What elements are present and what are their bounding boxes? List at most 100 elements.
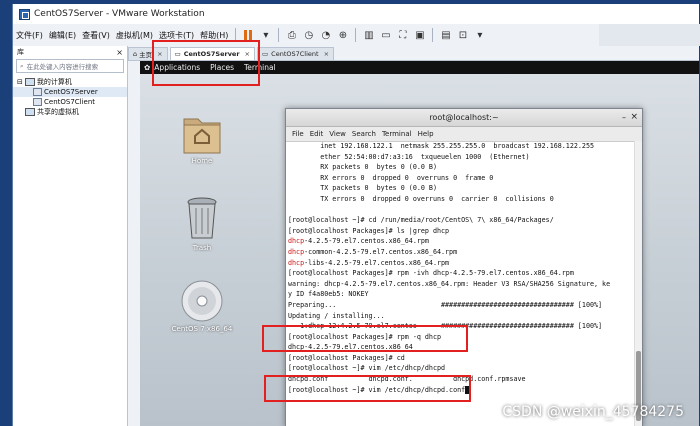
- toolbar-separator: [278, 28, 280, 42]
- menu-edit[interactable]: 编辑(E): [46, 30, 79, 41]
- terminal-title-bar[interactable]: root@localhost:~ – ×: [286, 109, 642, 127]
- tree-item-shared-vms[interactable]: 共享的虚拟机: [13, 107, 127, 117]
- revert-snapshot-icon[interactable]: ◔: [319, 29, 332, 42]
- tab-close-icon[interactable]: ×: [324, 50, 329, 58]
- view-options-icon[interactable]: ⊡: [456, 29, 469, 42]
- toolbar-separator: [355, 28, 357, 42]
- terminal-line-text: ether 52:54:00:d7:a3:16 txqueuelen 1000 …: [288, 152, 530, 161]
- tab-centos7client[interactable]: ▭ CentOS7Client ×: [257, 47, 335, 60]
- terminal-line: [root@localhost Packages]# ls |grep dhcp: [288, 226, 636, 237]
- tree-item-label: 我的计算机: [36, 78, 72, 86]
- terminal-line: RX errors 0 dropped 0 overruns 0 frame 0: [288, 173, 636, 184]
- tree-item-centos7server[interactable]: CentOS7Server: [13, 87, 127, 97]
- guest-desktop[interactable]: ✿ Applications Places Terminal Home Tras…: [140, 61, 699, 426]
- tree-item-label: CentOS7Server: [44, 88, 98, 96]
- console-icon[interactable]: ▤: [439, 29, 452, 42]
- watermark: CSDN @weixin_45784275: [502, 404, 684, 420]
- tree-item-label: CentOS7Client: [44, 98, 96, 106]
- terminal-menu-terminal[interactable]: Terminal: [382, 130, 412, 138]
- terminal-line-text: [root@localhost Packages]# ls |grep dhcp: [288, 226, 450, 235]
- tree-item-label: 共享的虚拟机: [37, 108, 79, 116]
- unity-icon[interactable]: ▣: [413, 29, 426, 42]
- library-label: 库: [17, 48, 24, 56]
- shared-vms-icon: [25, 108, 35, 116]
- terminal-highlight-text: dhcp: [288, 247, 305, 256]
- title-bar: CentOS7Server - VMware Workstation: [13, 4, 699, 24]
- menu-vm[interactable]: 虚拟机(M): [113, 30, 156, 41]
- terminal-line: y ID f4a80eb5: NOKEY: [288, 289, 636, 300]
- terminal-line: TX packets 0 bytes 0 (0.0 B): [288, 183, 636, 194]
- tab-label: CentOS7Client: [271, 50, 319, 58]
- dropdown-icon[interactable]: ▾: [473, 29, 486, 42]
- vmware-window: CentOS7Server - VMware Workstation 文件(F)…: [12, 4, 700, 426]
- minimize-icon[interactable]: –: [622, 113, 626, 122]
- close-icon[interactable]: ×: [630, 112, 638, 122]
- home-icon: ⌂: [133, 50, 138, 58]
- thumbnail-view-icon[interactable]: ▭: [379, 29, 392, 42]
- library-tree: ⊟ 我的计算机 CentOS7Server CentOS7Client 共享的虚…: [13, 77, 127, 117]
- terminal-line: inet 192.168.122.1 netmask 255.255.255.0…: [288, 141, 636, 152]
- library-close-icon[interactable]: ×: [116, 48, 123, 57]
- menu-tabs[interactable]: 选项卡(T): [156, 30, 197, 41]
- send-keys-icon[interactable]: ⎙: [285, 29, 298, 42]
- fullscreen-icon[interactable]: ⛶: [396, 29, 409, 42]
- tree-item-my-computer[interactable]: ⊟ 我的计算机: [13, 77, 127, 87]
- terminal-line: Updating / installing...: [288, 311, 636, 322]
- terminal-line-text: [root@localhost Packages]# rpm -ivh dhcp…: [288, 269, 574, 278]
- desktop-icon-home[interactable]: Home: [172, 111, 232, 165]
- terminal-menu-file[interactable]: File: [292, 130, 304, 138]
- desktop-icon-trash[interactable]: Trash: [172, 196, 232, 252]
- terminal-line-text: warning: dhcp-4.2.5-79.el7.centos.x86_64…: [288, 279, 611, 288]
- terminal-line: [root@localhost ~]# vim /etc/dhcp/dhcpd: [288, 363, 636, 374]
- gnome-foot-icon: ✿: [144, 63, 151, 72]
- terminal-line: [root@localhost Packages]# cd: [288, 353, 636, 364]
- terminal-line-text: Preparing... ###########################…: [288, 300, 603, 309]
- terminal-line: [root@localhost ~]# cd /run/media/root/C…: [288, 215, 636, 226]
- terminal-line-text: y ID f4a80eb5: NOKEY: [288, 290, 369, 299]
- terminal-line: [root@localhost Packages]# rpm -ivh dhcp…: [288, 268, 636, 279]
- terminal-highlight-text: dhcp: [288, 258, 305, 267]
- desktop-icon-label: Trash: [192, 244, 212, 252]
- terminal-line-text: [root@localhost ~]# vim /etc/dhcp/dhcpd: [288, 364, 446, 373]
- menu-file[interactable]: 文件(F): [13, 30, 46, 41]
- terminal-menu-bar: File Edit View Search Terminal Help: [286, 127, 642, 142]
- menu-view[interactable]: 查看(V): [79, 30, 113, 41]
- vm-icon: [33, 98, 42, 106]
- terminal-line-text: inet 192.168.122.1 netmask 255.255.255.0…: [288, 142, 594, 150]
- library-panel: 库 × ⌕ 在此处键入内容进行搜索 ⊟ 我的计算机 CentOS7Server …: [13, 46, 128, 426]
- vmware-app-icon: [19, 8, 30, 20]
- terminal-menu-view[interactable]: View: [329, 130, 346, 138]
- library-search-input[interactable]: ⌕ 在此处键入内容进行搜索: [16, 59, 124, 73]
- library-view-icon[interactable]: ▥: [362, 29, 375, 42]
- terminal-line-text: [root@localhost ~]# cd /run/media/root/C…: [288, 216, 554, 225]
- terminal-line: dhcp-4.2.5-79.el7.centos.x86_64.rpm: [288, 236, 636, 247]
- manage-snapshots-icon[interactable]: ⊕: [336, 29, 349, 42]
- terminal-menu-edit[interactable]: Edit: [310, 130, 324, 138]
- terminal-line: TX errors 0 dropped 0 overruns 0 carrier…: [288, 194, 636, 205]
- terminal-scrollbar[interactable]: [634, 141, 642, 426]
- terminal-line-text: RX packets 0 bytes 0 (0.0 B): [288, 163, 437, 172]
- terminal-menu-help[interactable]: Help: [418, 130, 434, 138]
- toolbar-extension: [599, 24, 700, 46]
- dropdown-icon[interactable]: ▾: [259, 29, 272, 42]
- terminal-line: dhcp-libs-4.2.5-79.el7.centos.x86_64.rpm: [288, 258, 636, 269]
- terminal-line: warning: dhcp-4.2.5-79.el7.centos.x86_64…: [288, 279, 636, 290]
- snapshot-icon[interactable]: ◷: [302, 29, 315, 42]
- trash-icon: [187, 197, 217, 239]
- toolbar-separator: [432, 28, 434, 42]
- desktop-icon-centos-dvd[interactable]: CentOS 7 x86_64: [162, 279, 242, 333]
- search-icon: ⌕: [20, 61, 24, 70]
- terminal-line-text: Updating / installing...: [288, 311, 385, 320]
- highlight-box-rpm-query: [262, 325, 468, 352]
- terminal-menu-search[interactable]: Search: [352, 130, 376, 138]
- vm-icon: [33, 88, 42, 96]
- collapse-icon[interactable]: ⊟: [17, 78, 23, 86]
- terminal-highlight-text: dhcp: [288, 237, 305, 246]
- tree-item-centos7client[interactable]: CentOS7Client: [13, 97, 127, 107]
- menu-help[interactable]: 帮助(H): [197, 30, 231, 41]
- tab-label: 主页: [139, 51, 153, 59]
- terminal-line: RX packets 0 bytes 0 (0.0 B): [288, 162, 636, 173]
- computer-icon: [24, 78, 35, 86]
- terminal-line-text: -4.2.5-79.el7.centos.x86_64.rpm: [304, 237, 429, 246]
- search-placeholder: 在此处键入内容进行搜索: [26, 63, 99, 71]
